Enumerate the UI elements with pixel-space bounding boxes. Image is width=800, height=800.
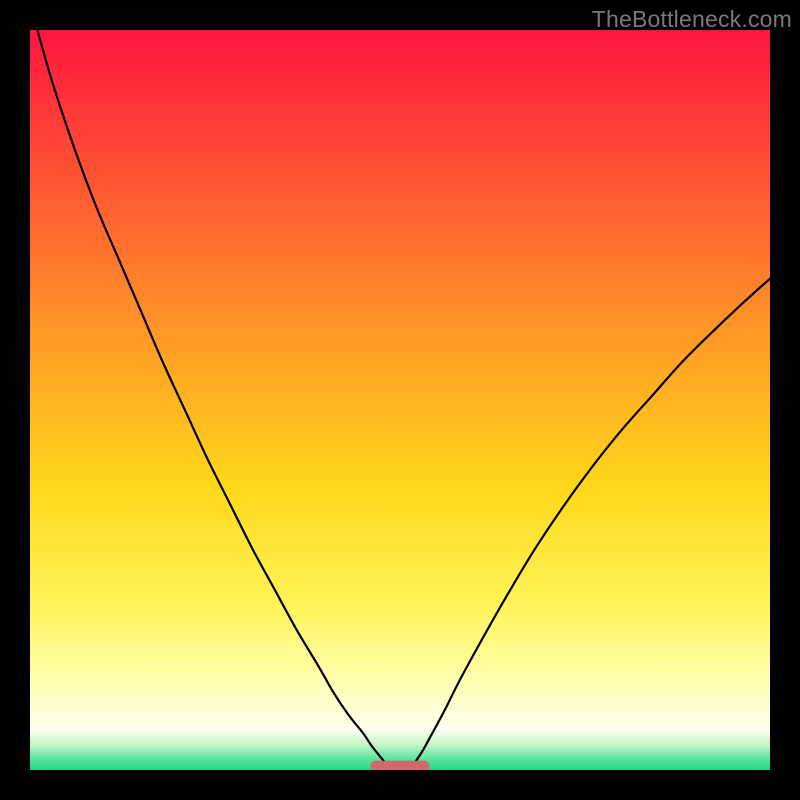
chart-frame — [30, 30, 770, 770]
chart-background — [30, 30, 770, 770]
bottom-marker — [370, 761, 429, 770]
chart-svg — [30, 30, 770, 770]
chart-marker — [370, 761, 429, 770]
watermark-text: TheBottleneck.com — [592, 6, 792, 33]
